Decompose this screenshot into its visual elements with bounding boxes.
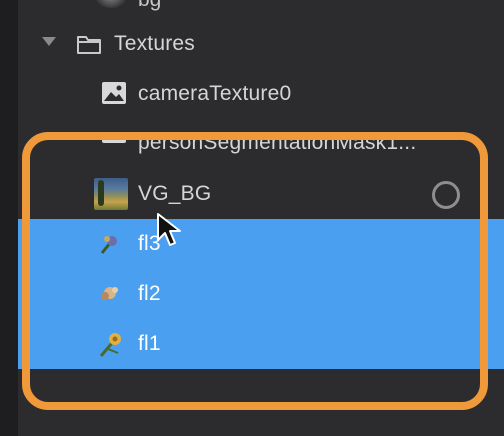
flower-icon	[101, 287, 118, 300]
list-item-label: fl2	[138, 282, 161, 305]
image-icon	[102, 82, 126, 104]
list-item-label: cameraTexture0	[138, 82, 292, 105]
texture-thumbnail	[94, 178, 128, 210]
mouse-cursor-icon	[157, 213, 181, 246]
list-item-label: VG_BG	[138, 182, 212, 205]
list-item-bg[interactable]: bg	[18, 0, 504, 14]
list-item-vg-bg[interactable]: VG_BG	[18, 169, 504, 219]
chevron-down-icon[interactable]	[42, 37, 56, 46]
list-item-fl1[interactable]: fl1	[18, 319, 504, 369]
list-item-label: bg	[138, 0, 161, 12]
folder-icon	[77, 36, 101, 54]
folder-row-textures[interactable]: Textures	[18, 19, 504, 69]
image-icon	[102, 134, 126, 143]
list-item-label: fl1	[138, 332, 161, 355]
visibility-circle-icon[interactable]	[432, 181, 460, 209]
sphere-icon	[96, 0, 126, 8]
list-item-label: personSegmentationMask1...	[138, 134, 417, 154]
flower-icon	[100, 236, 117, 254]
hierarchy-panel: bg Textures cameraTexture0 personSegment…	[18, 0, 504, 436]
list-item-personsegmentationmask[interactable]: personSegmentationMask1...	[18, 134, 504, 156]
list-item-cameratexture0[interactable]: cameraTexture0	[18, 69, 504, 119]
folder-label: Textures	[114, 32, 195, 55]
left-gutter	[0, 0, 18, 436]
list-item-fl2[interactable]: fl2	[18, 269, 504, 319]
flower-icon	[99, 333, 121, 357]
list-item-fl3[interactable]: fl3	[18, 219, 504, 269]
